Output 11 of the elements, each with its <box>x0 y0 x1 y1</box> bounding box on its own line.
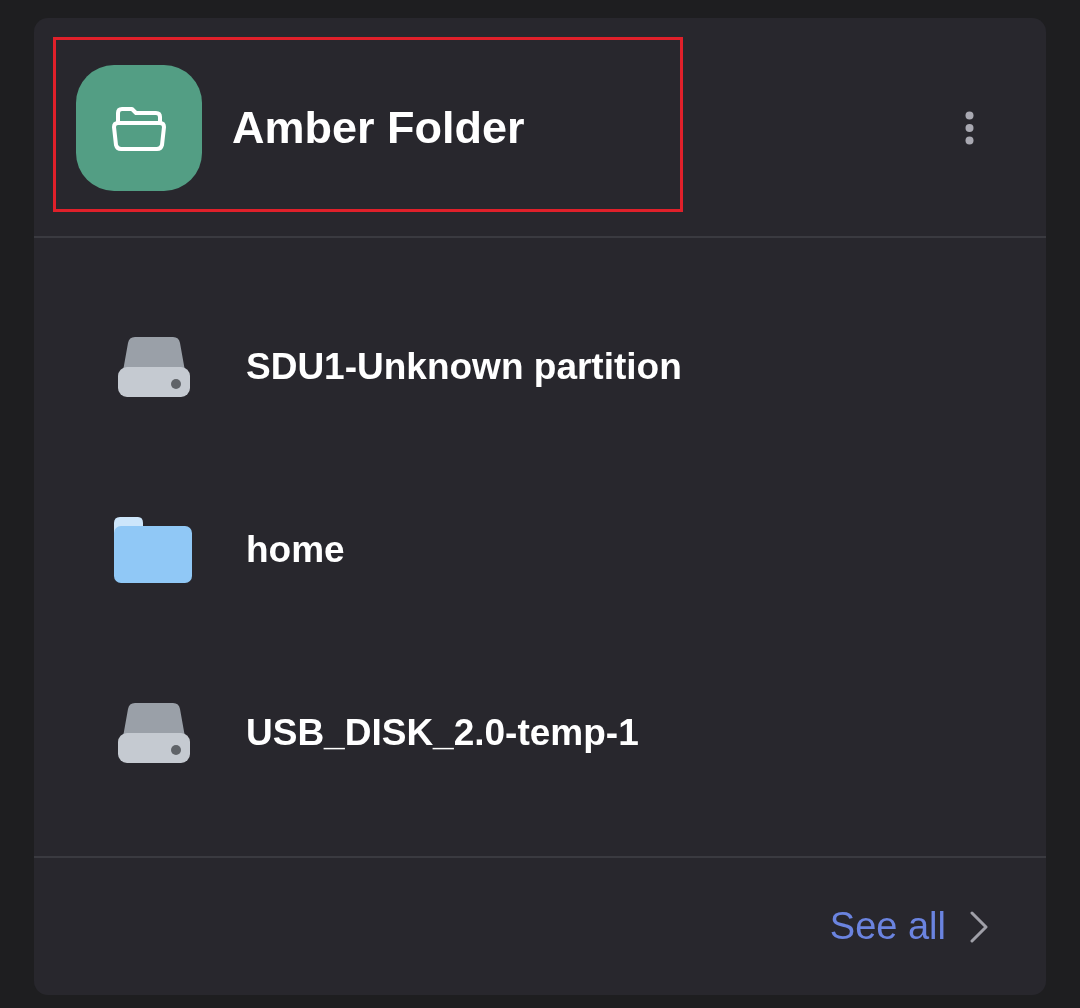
see-all-link[interactable]: See all <box>829 905 988 948</box>
storage-item[interactable]: SDU1-Unknown partition <box>114 275 682 458</box>
storage-item[interactable]: USB_DISK_2.0-temp-1 <box>114 641 639 824</box>
drive-icon <box>118 702 190 763</box>
storage-item[interactable]: home <box>114 458 345 641</box>
folder-icon <box>114 516 192 583</box>
chevron-right-icon <box>970 910 988 943</box>
folder-app-icon <box>76 65 202 191</box>
drive-icon <box>118 336 190 397</box>
more-options-icon[interactable] <box>965 111 974 145</box>
folder-title: Amber Folder <box>232 102 526 154</box>
